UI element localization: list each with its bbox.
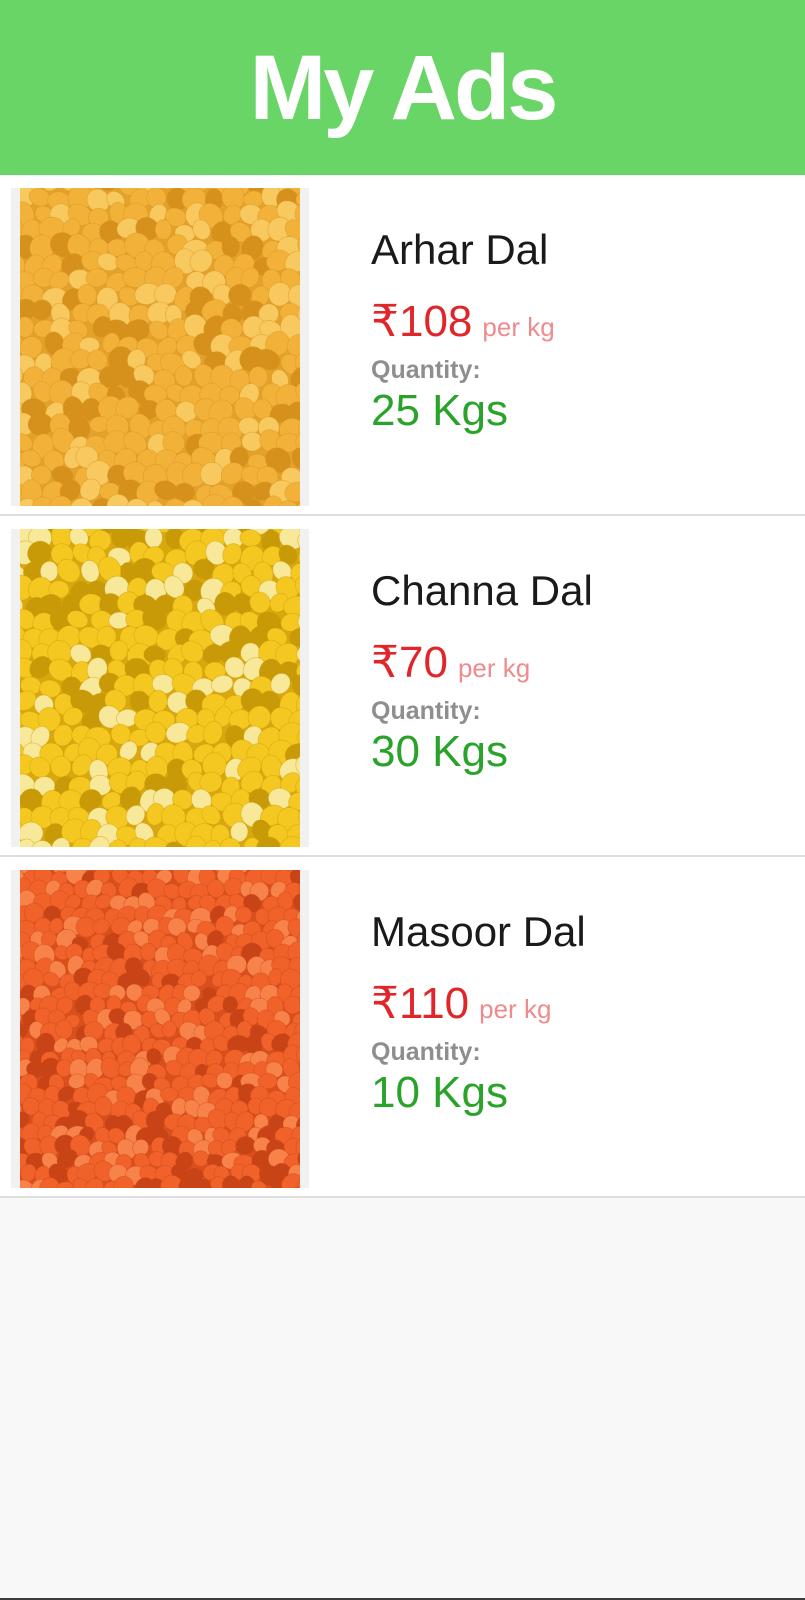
ad-image-frame [11, 188, 309, 506]
ad-price: ₹108 [371, 297, 473, 346]
ads-list: Arhar Dal ₹108 per kg Quantity: 25 Kgs Ch… [0, 175, 805, 1198]
price-unit: per kg [482, 312, 555, 342]
app-header: My Ads [0, 0, 805, 175]
page-title: My Ads [249, 36, 559, 139]
channa-dal-image [20, 529, 300, 847]
ad-card-masoor-dal[interactable]: Masoor Dal ₹110 per kg Quantity: 10 Kgs [0, 857, 805, 1198]
quantity-value: 10 Kgs [371, 1068, 508, 1117]
ad-card-arhar-dal[interactable]: Arhar Dal ₹108 per kg Quantity: 25 Kgs [0, 175, 805, 516]
quantity-value: 25 Kgs [371, 386, 508, 435]
ad-price: ₹70 [371, 638, 448, 687]
ad-price: ₹110 [371, 979, 470, 1028]
arhar-dal-image [20, 188, 300, 506]
quantity-value: 30 Kgs [371, 727, 508, 776]
quantity-label: Quantity: [371, 697, 481, 725]
ad-image-frame [11, 870, 309, 1188]
masoor-dal-image [20, 870, 300, 1188]
ad-card-channa-dal[interactable]: Channa Dal ₹70 per kg Quantity: 30 Kgs [0, 516, 805, 857]
price-unit: per kg [479, 994, 552, 1024]
price-row: ₹110 per kg [371, 982, 551, 1026]
quantity-label: Quantity: [371, 1038, 481, 1066]
quantity-label: Quantity: [371, 356, 481, 384]
price-row: ₹70 per kg [371, 641, 530, 685]
price-row: ₹108 per kg [371, 300, 555, 344]
ad-title: Arhar Dal [371, 226, 549, 273]
price-unit: per kg [457, 653, 531, 683]
ad-title: Masoor Dal [371, 908, 586, 955]
ad-image-frame [11, 529, 309, 847]
ad-title: Channa Dal [371, 567, 593, 614]
